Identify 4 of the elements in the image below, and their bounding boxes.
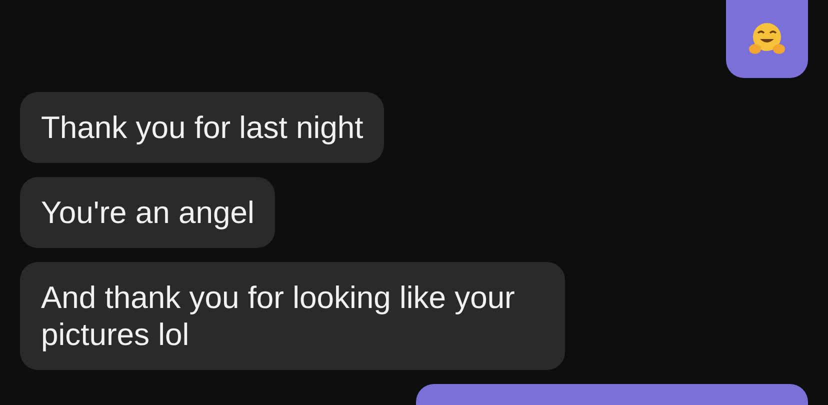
- message-bubble: You're an angel: [20, 177, 276, 248]
- message-bubble: Thank you for last night: [20, 92, 384, 163]
- hugging-emoji-icon: [748, 21, 786, 57]
- message-bubble: And thank you for looking like your pictures lol: [20, 262, 565, 370]
